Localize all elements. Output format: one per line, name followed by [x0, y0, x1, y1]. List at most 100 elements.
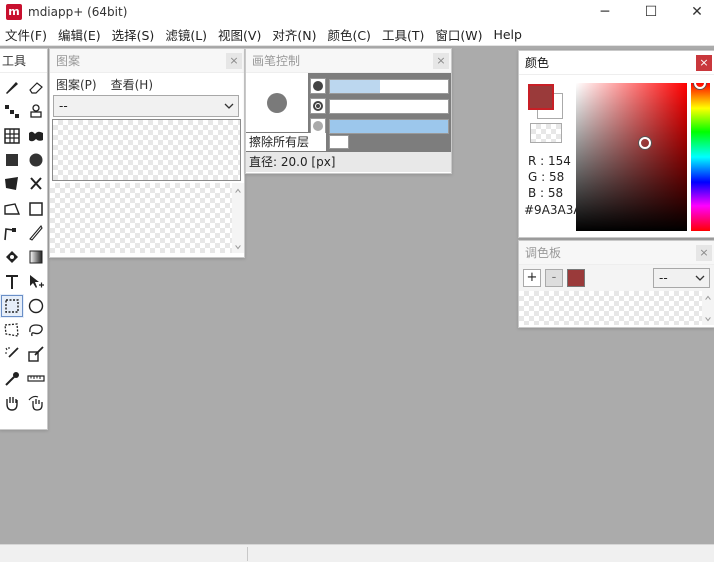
brush-close-button[interactable]: × — [433, 53, 449, 69]
blue-value: B : 58 — [528, 186, 564, 200]
eyedropper-icon[interactable] — [0, 367, 24, 391]
red-value: R : 154 — [528, 154, 571, 168]
square-fill-icon[interactable] — [0, 148, 24, 172]
pattern-panel: 图案 × 图案(P) 查看(H) -- — [49, 48, 245, 258]
pattern-scrollbar[interactable] — [232, 183, 244, 253]
menu-file[interactable]: 文件(F) — [0, 25, 53, 44]
pattern-panel-header: 图案 × — [50, 49, 244, 73]
palette-remove-button[interactable]: - — [545, 269, 563, 287]
menu-edit[interactable]: 编辑(E) — [53, 25, 107, 44]
menu-filter[interactable]: 滤镜(L) — [160, 25, 213, 44]
brush-opacity-icon — [310, 118, 326, 134]
pattern-menu-pattern[interactable]: 图案(P) — [56, 76, 97, 93]
color-panel-header: 颜色 × — [519, 51, 714, 75]
grid-tool-icon[interactable] — [0, 124, 24, 148]
gradient-icon[interactable] — [24, 245, 48, 269]
palette-list-area — [519, 291, 714, 325]
foreground-color-swatch[interactable] — [528, 84, 554, 110]
scroll-down-icon[interactable] — [233, 243, 243, 251]
brush-opacity-slider[interactable] — [329, 118, 449, 134]
color-close-button[interactable]: × — [696, 55, 712, 71]
pattern-preview — [52, 119, 241, 181]
color-body: R : 154 G : 58 B : 58 #9A3A3A — [519, 75, 714, 237]
menu-color[interactable]: 颜色(C) — [322, 25, 376, 44]
rectangle-icon[interactable] — [24, 196, 48, 220]
tools-panel-title: 工具 — [0, 49, 47, 73]
status-bar — [0, 544, 714, 562]
green-value: G : 58 — [528, 170, 565, 184]
menu-view[interactable]: 视图(V) — [213, 25, 267, 44]
scroll-up-icon[interactable] — [233, 187, 243, 195]
knife-icon[interactable] — [24, 221, 48, 245]
menu-window[interactable]: 窗口(W) — [430, 25, 488, 44]
bucket-icon[interactable] — [0, 245, 24, 269]
chevron-down-icon — [695, 275, 705, 281]
brush-size-slider[interactable] — [329, 78, 449, 94]
transform-icon[interactable] — [24, 342, 48, 366]
blob-brush-icon[interactable] — [24, 124, 48, 148]
pattern-close-button[interactable]: × — [226, 53, 242, 69]
menu-tools[interactable]: 工具(T) — [377, 25, 430, 44]
saturation-value-picker[interactable] — [576, 83, 687, 231]
brush-tip-icon — [267, 92, 287, 113]
ruler-icon[interactable] — [24, 367, 48, 391]
circle-fill-icon[interactable] — [24, 148, 48, 172]
tools-panel: 工具 — [0, 48, 48, 430]
stamp-icon[interactable] — [24, 99, 48, 123]
hue-slider[interactable] — [691, 83, 710, 231]
lasso-select-icon[interactable] — [24, 318, 48, 342]
brush-hardness-slider[interactable] — [329, 98, 449, 114]
palette-panel-header: 调色板 × — [519, 241, 714, 265]
palette-close-button[interactable]: × — [696, 245, 712, 261]
clear-layers-row: 擦除所有层 — [246, 133, 349, 151]
palette-panel-title: 调色板 — [525, 246, 562, 260]
palette-add-button[interactable]: + — [523, 269, 541, 287]
palette-list[interactable] — [519, 291, 702, 325]
close-window-button[interactable]: ✕ — [674, 0, 714, 24]
pattern-menu-view[interactable]: 查看(H) — [111, 76, 153, 93]
menu-align[interactable]: 对齐(N) — [267, 25, 322, 44]
palette-color-swatch[interactable] — [567, 269, 585, 287]
app-logo: m — [6, 4, 22, 20]
rect-select-icon[interactable] — [0, 293, 24, 318]
palette-scrollbar[interactable] — [702, 291, 714, 325]
scroll-down-icon[interactable] — [703, 315, 713, 323]
line-tool-icon[interactable] — [0, 221, 24, 245]
pattern-dropdown[interactable]: -- — [53, 95, 239, 117]
pattern-menu: 图案(P) 查看(H) — [50, 73, 244, 95]
palette-dropdown[interactable]: -- — [653, 268, 710, 288]
menu-select[interactable]: 选择(S) — [107, 25, 161, 44]
eraser-icon[interactable] — [24, 75, 48, 99]
palette-toolbar: + - -- — [519, 265, 714, 291]
color-picker-cursor[interactable] — [639, 137, 651, 149]
poly-select-icon[interactable] — [0, 318, 24, 342]
brush-preview — [246, 73, 308, 132]
rgb-readout: R : 154 G : 58 B : 58 — [528, 153, 571, 201]
brush-control-panel: 画笔控制 × 擦除所有层 直径: 20.0 [px] — [245, 48, 452, 174]
maximize-button[interactable]: ☐ — [628, 0, 674, 24]
color-panel: 颜色 × R : 154 G : 58 B : 58 #9A3A3A — [518, 50, 714, 238]
clear-all-layers-checkbox[interactable] — [329, 135, 349, 149]
scroll-up-icon[interactable] — [703, 294, 713, 302]
rotate-hand-icon[interactable] — [24, 391, 48, 415]
title-bar: m mdiapp+ (64bit) ─ ☐ ✕ — [0, 0, 714, 24]
palette-panel: 调色板 × + - -- — [518, 240, 714, 328]
text-icon[interactable] — [0, 269, 24, 293]
brush-diameter-readout: 直径: 20.0 [px] — [246, 152, 451, 172]
polygon-fill-icon[interactable] — [0, 172, 24, 196]
minimize-button[interactable]: ─ — [582, 0, 628, 24]
palette-dropdown-value: -- — [659, 271, 668, 285]
ellipse-select-icon[interactable] — [24, 294, 48, 318]
brush-sliders — [310, 76, 449, 136]
lasso-fill-icon[interactable] — [24, 172, 48, 196]
hand-icon[interactable] — [0, 391, 24, 415]
pen-icon[interactable] — [0, 75, 24, 99]
hue-slider-handle[interactable] — [694, 83, 706, 89]
shape-icon[interactable] — [0, 196, 24, 220]
dot-brush-icon[interactable] — [0, 99, 24, 123]
pattern-list[interactable] — [50, 183, 232, 253]
menu-help[interactable]: Help — [488, 27, 528, 42]
transparent-color-swatch[interactable] — [530, 123, 562, 143]
magic-wand-icon[interactable] — [0, 342, 24, 366]
move-icon[interactable] — [24, 269, 48, 293]
